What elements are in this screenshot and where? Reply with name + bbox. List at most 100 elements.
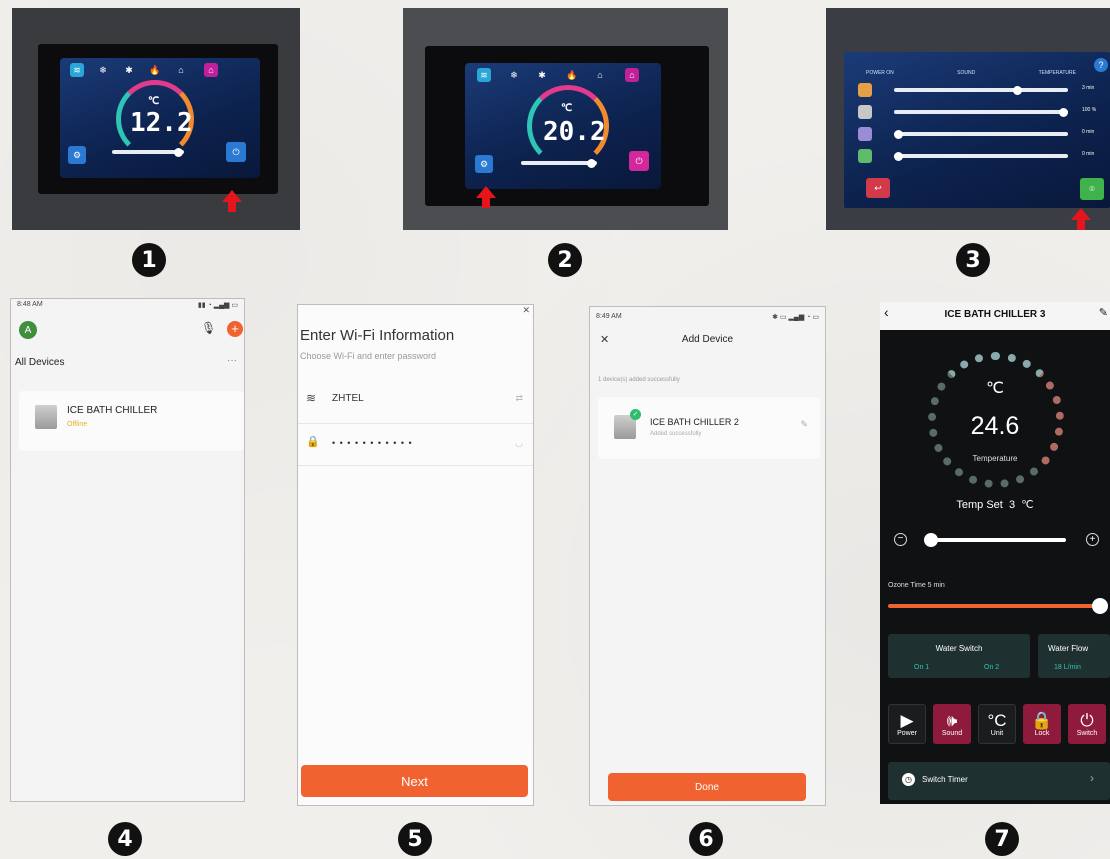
power-button[interactable]: ⏻ [629, 151, 649, 171]
temp-set-row: Temp Set 3 ℃ [956, 499, 1034, 511]
check-badge-icon: ✓ [630, 409, 641, 420]
setpoint-slider[interactable] [521, 158, 597, 168]
microphone-icon[interactable]: 🎙 [201, 321, 216, 335]
chiller-thumbnail-icon [35, 405, 57, 429]
status-bar: 8:48 AM ▮▮ ◔ ▂▄▆ ▭ [17, 301, 238, 309]
step-number-3: 3 [956, 243, 990, 277]
device-title: ICE BATH CHILLER 3 [944, 309, 1046, 320]
power-icon: ▶ [900, 711, 914, 730]
switch-icon: ⏻ [1080, 711, 1094, 730]
control-label: Switch [1076, 730, 1098, 737]
step-number-7: 7 [985, 822, 1019, 856]
step-number-4: 4 [108, 822, 142, 856]
home-icon: ⌂ [204, 63, 218, 77]
unit-label: ℃ [986, 380, 1004, 397]
return-button[interactable]: ↩ [866, 178, 890, 198]
page-title: Enter Wi-Fi Information [300, 327, 455, 344]
photo-controller-settings-entry: ≋ ❄ ✱ 🔥 ⌂ ⌂ ℃ 20.2 ⏻ ⚙ [403, 8, 728, 230]
next-button[interactable]: Next [301, 765, 528, 797]
setting-row-value: 0 min [1082, 129, 1095, 135]
page-title: Add Device [681, 334, 734, 345]
controller-screen: ≋ ❄ ✱ 🔥 ⌂ ⌂ ℃ 20.2 ⏻ ⚙ [465, 63, 661, 189]
setting-row-icon [858, 83, 872, 97]
device-name: ICE BATH CHILLER 2 [650, 417, 739, 427]
control-label: Sound [941, 730, 963, 737]
slider-knob[interactable] [894, 129, 903, 139]
water-switch-card[interactable]: Water Switch On 1 On 2 [888, 634, 1030, 678]
ozone-slider[interactable] [888, 598, 1108, 614]
wifi-icon: ≋ [306, 391, 317, 405]
lock-button[interactable]: 🔒 Lock [1023, 704, 1061, 744]
device-card[interactable]: ✓ ICE BATH CHILLER 2 Added successfully … [598, 397, 820, 459]
slider-knob[interactable] [1092, 598, 1108, 614]
slider-knob[interactable] [894, 151, 903, 161]
setting-row-slider[interactable] [894, 85, 1068, 95]
timer-icon: ◷ [902, 773, 915, 786]
switch-timer-row[interactable]: ◷ Switch Timer › [888, 762, 1110, 800]
unit-icon: °C [987, 711, 1007, 730]
red-arrow-indicator [222, 190, 242, 212]
slider-knob[interactable] [1012, 85, 1022, 95]
temperature-label: Temperature [972, 454, 1018, 463]
decrease-button[interactable]: − [894, 533, 907, 546]
controller-settings-screen: POWER ON SOUND TEMPERATURE ? 3 min 100 % 0… [844, 52, 1110, 208]
phone-device-control: ‹ ICE BATH CHILLER 3 ✎ ℃ 24.6 Temperatur… [880, 302, 1110, 804]
setting-row-icon [858, 149, 872, 163]
auto-icon: ⌂ [178, 65, 184, 75]
setting-gear-icon[interactable]: ⚙ [475, 155, 493, 173]
edit-icon[interactable]: ✎ [800, 419, 808, 430]
settings-icon: ✱ [125, 64, 133, 75]
temp-set-slider[interactable] [924, 533, 1066, 547]
avatar[interactable]: A [19, 321, 37, 339]
close-icon[interactable]: ✕ [522, 305, 530, 316]
setting-row-slider[interactable] [894, 107, 1068, 117]
setting-row-slider[interactable] [894, 129, 1068, 139]
help-icon[interactable]: ? [1094, 58, 1108, 72]
control-label: Lock [1034, 730, 1050, 737]
settings-icon: ✱ [538, 69, 546, 80]
wifi-config-button[interactable]: ⌾ [1080, 178, 1104, 200]
setting-row-icon [858, 127, 872, 141]
wifi-swap-icon[interactable]: ⇄ [515, 393, 523, 404]
step-number-2: 2 [548, 243, 582, 277]
lock-icon: 🔒 [1031, 711, 1053, 730]
setting-gear-icon[interactable]: ⚙ [68, 146, 86, 164]
setting-row-value: 0 min [1082, 151, 1095, 157]
control-label: Unit [990, 730, 1004, 737]
slider-knob[interactable] [1059, 107, 1068, 117]
unit-label: ℃ [561, 103, 573, 114]
photo-controller-home: ≋ ❄ ✱ 🔥 ⌂ ⌂ ℃ 12.2 ⏻ ⚙ [12, 8, 300, 230]
setting-row-icon [858, 105, 872, 119]
show-password-icon[interactable]: ◡ [515, 438, 523, 449]
ozone-label: Ozone Time 5 min [888, 582, 945, 589]
phone-add-device: 8:49 AM ✱ ▭ ▂▄▆ ◔ ▭ ✕ Add Device 1 device… [589, 306, 826, 806]
unit-button[interactable]: °C Unit [978, 704, 1016, 744]
ssid-field[interactable]: ZHTEL [332, 393, 364, 404]
increase-button[interactable]: + [1086, 533, 1099, 546]
done-button[interactable]: Done [608, 773, 806, 801]
wifi-icon: ≋ [477, 68, 491, 82]
water-flow-card: Water Flow 18 L/min [1038, 634, 1110, 678]
photo-controller-wifi-settings: POWER ON SOUND TEMPERATURE ? 3 min 100 % 0… [826, 8, 1110, 230]
slider-knob[interactable] [924, 533, 938, 547]
phone-device-list: 8:48 AM ▮▮ ◔ ▂▄▆ ▭ A 🎙 + All Devices ··· … [10, 298, 245, 802]
device-card[interactable]: ICE BATH CHILLER Offline [19, 391, 244, 451]
control-label: Power [897, 730, 917, 737]
edit-icon[interactable]: ✎ [1099, 306, 1108, 319]
sound-button[interactable]: 🕪 Sound [933, 704, 971, 744]
current-temperature: 12.2 [130, 108, 193, 138]
divider [298, 465, 533, 466]
more-menu-icon[interactable]: ··· [227, 355, 237, 366]
power-button[interactable]: ⏻ [226, 142, 246, 162]
red-arrow-indicator [1071, 208, 1091, 230]
setpoint-slider[interactable] [112, 147, 184, 157]
setting-row-slider[interactable] [894, 151, 1068, 161]
setting-row-value: 3 min [1082, 85, 1095, 91]
device-name: ICE BATH CHILLER [67, 405, 158, 416]
switch-button[interactable]: ⏻ Switch [1068, 704, 1106, 744]
device-status: Offline [67, 421, 88, 428]
power-button[interactable]: ▶ Power [888, 704, 926, 744]
password-field[interactable]: • • • • • • • • • • • [332, 438, 413, 448]
current-temperature: 20.2 [543, 117, 606, 147]
add-device-icon[interactable]: + [227, 321, 243, 337]
